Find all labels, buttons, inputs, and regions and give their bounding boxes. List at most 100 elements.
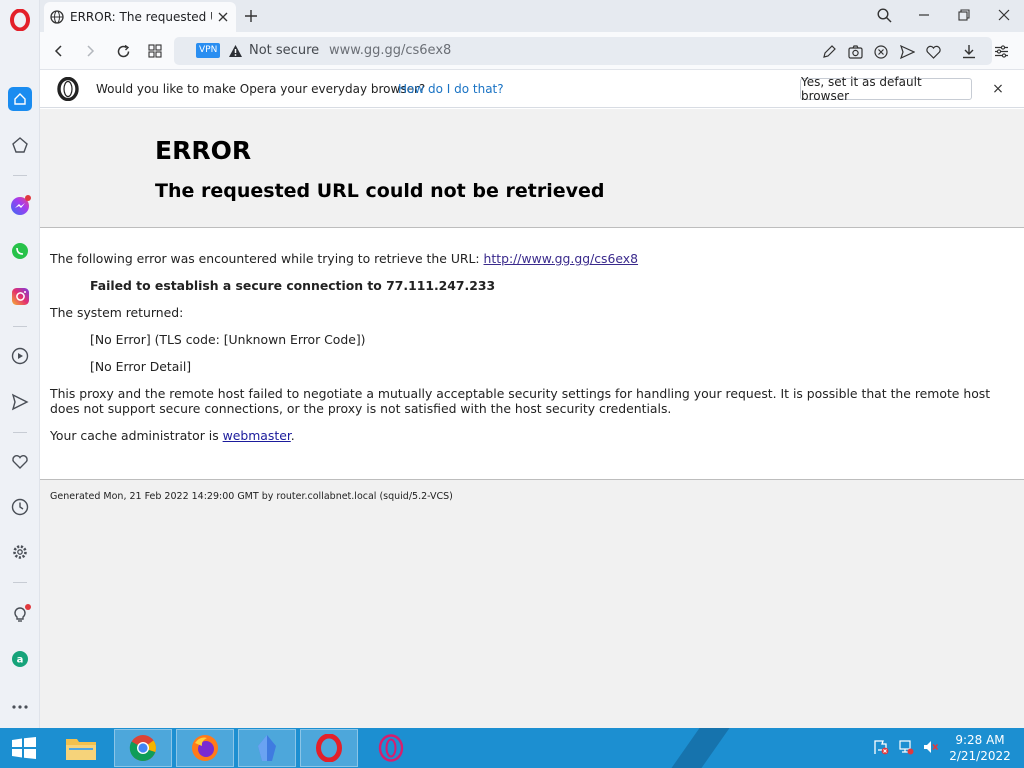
whatsapp-icon — [12, 243, 28, 259]
default-browser-banner: Would you like to make Opera your everyd… — [40, 70, 1024, 108]
forward-button[interactable] — [75, 36, 105, 66]
sidebar-player-button[interactable] — [0, 339, 40, 373]
error-reason: Failed to establish a secure connection … — [90, 278, 496, 293]
sidebar-divider — [13, 582, 27, 583]
minimize-button[interactable] — [904, 0, 944, 30]
send-icon — [899, 45, 915, 59]
sidebar-tips-button[interactable] — [0, 597, 40, 631]
arrow-right-icon — [87, 45, 95, 57]
set-default-browser-button[interactable]: Yes, set it as default browser — [800, 75, 972, 103]
volume-muted-icon — [924, 741, 939, 753]
sidebar-instagram-button[interactable] — [0, 279, 40, 313]
heart-icon — [12, 455, 28, 469]
grid-icon — [148, 44, 162, 58]
globe-icon — [50, 10, 64, 24]
reload-icon — [117, 44, 129, 57]
tray-network[interactable] — [897, 738, 915, 756]
address-bar[interactable]: VPN Not secure www.gg.gg/cs6ex8 — [174, 37, 992, 65]
tab-active[interactable]: ERROR: The requested URL — [44, 2, 236, 32]
cache-admin-line: Your cache administrator is webmaster. — [50, 428, 295, 443]
sidebar-history-button[interactable] — [0, 490, 40, 524]
sidebar-whatsapp-button[interactable] — [0, 234, 40, 268]
opera-logo-icon — [57, 76, 79, 102]
sidebar-speed-dial-button[interactable] — [0, 128, 40, 162]
page-content: ERROR The requested URL could not be ret… — [40, 109, 1024, 728]
minimize-icon — [919, 14, 929, 16]
how-do-i-link[interactable]: How do I do that? — [398, 82, 504, 96]
url-text[interactable]: www.gg.gg/cs6ex8 — [329, 43, 451, 58]
search-icon — [876, 7, 892, 23]
opera-icon — [316, 734, 342, 762]
error-body: The following error was encountered whil… — [40, 228, 1024, 480]
heart-icon — [925, 45, 941, 59]
ad-blocker-button[interactable] — [870, 41, 892, 63]
clock-date: 2/21/2022 — [949, 749, 1011, 763]
network-icon — [899, 740, 914, 755]
tab-overview-button[interactable] — [140, 36, 170, 66]
easy-setup-button[interactable] — [986, 36, 1016, 66]
sidebar-divider — [13, 326, 27, 327]
player-icon — [11, 347, 29, 365]
sidebar-flow-button[interactable] — [0, 385, 40, 419]
taskbar-decoration — [657, 728, 737, 768]
cache-admin-text: Your cache administrator is — [50, 428, 223, 443]
windows-logo-icon — [12, 737, 36, 759]
downloads-button[interactable] — [954, 36, 984, 66]
taskbar-opera[interactable] — [300, 729, 358, 767]
webmaster-link[interactable]: webmaster — [223, 428, 291, 443]
system-error-code: [No Error] (TLS code: [Unknown Error Cod… — [90, 332, 366, 347]
tray-volume[interactable] — [922, 738, 940, 756]
security-label: Not secure — [249, 43, 320, 58]
close-banner-icon[interactable]: × — [988, 79, 1008, 99]
taskbar-opera-gx[interactable] — [362, 729, 420, 767]
send-to-flow-button[interactable] — [896, 41, 918, 63]
sidebar-home-button[interactable] — [0, 82, 40, 116]
opera-menu-button[interactable] — [0, 3, 40, 37]
tray-action-center[interactable] — [872, 738, 890, 756]
sidebar-divider — [13, 175, 27, 176]
back-button[interactable] — [44, 36, 74, 66]
taskbar-clock[interactable]: 9:28 AM 2/21/2022 — [944, 732, 1016, 764]
taskbar-firefox[interactable] — [176, 729, 234, 767]
system-error-detail: [No Error Detail] — [90, 359, 192, 374]
sidebar-divider — [13, 432, 27, 433]
taskbar-chrome[interactable] — [114, 729, 172, 767]
tab-title: ERROR: The requested URL — [70, 10, 212, 24]
failed-url-link[interactable]: http://www.gg.gg/cs6ex8 — [484, 251, 639, 266]
close-window-button[interactable] — [984, 0, 1024, 30]
edit-page-button[interactable] — [818, 41, 840, 63]
tab-strip: ERROR: The requested URL — [40, 0, 1024, 32]
sidebar-aria-button[interactable]: a — [0, 642, 40, 676]
security-indicator[interactable]: Not secure — [228, 43, 319, 58]
close-tab-icon[interactable] — [218, 12, 228, 22]
taskbar-app[interactable] — [238, 729, 296, 767]
new-tab-button[interactable] — [240, 5, 262, 27]
notification-dot — [25, 195, 31, 201]
home-icon — [14, 93, 26, 105]
vpn-badge[interactable]: VPN — [196, 43, 221, 58]
sidebar-pinboard-button[interactable] — [0, 445, 40, 479]
sidebar-messenger-button[interactable] — [0, 189, 40, 223]
more-icon — [12, 705, 28, 709]
taskbar-file-explorer[interactable] — [52, 729, 110, 767]
restore-button[interactable] — [944, 0, 984, 30]
taskbar: 9:28 AM 2/21/2022 — [0, 728, 1024, 768]
warning-icon — [229, 44, 242, 57]
snapshot-button[interactable] — [844, 41, 866, 63]
error-header: ERROR The requested URL could not be ret… — [40, 109, 1024, 228]
opera-logo-icon — [10, 9, 30, 31]
error-intro-text: The following error was encountered whil… — [50, 251, 484, 266]
svg-text:a: a — [17, 655, 24, 666]
tab-search-button[interactable] — [864, 0, 904, 30]
close-icon — [998, 9, 1010, 21]
opera-sidebar: a — [0, 0, 40, 728]
opera-logo — [56, 76, 80, 104]
sidebar-settings-button[interactable] — [0, 535, 40, 569]
page-subtitle: The requested URL could not be retrieved — [155, 180, 605, 202]
settings-sliders-icon — [994, 44, 1008, 58]
start-button[interactable] — [0, 729, 48, 767]
bookmark-button[interactable] — [922, 41, 944, 63]
sidebar-more-button[interactable] — [0, 690, 40, 724]
folder-icon — [66, 739, 96, 760]
reload-button[interactable] — [108, 36, 138, 66]
